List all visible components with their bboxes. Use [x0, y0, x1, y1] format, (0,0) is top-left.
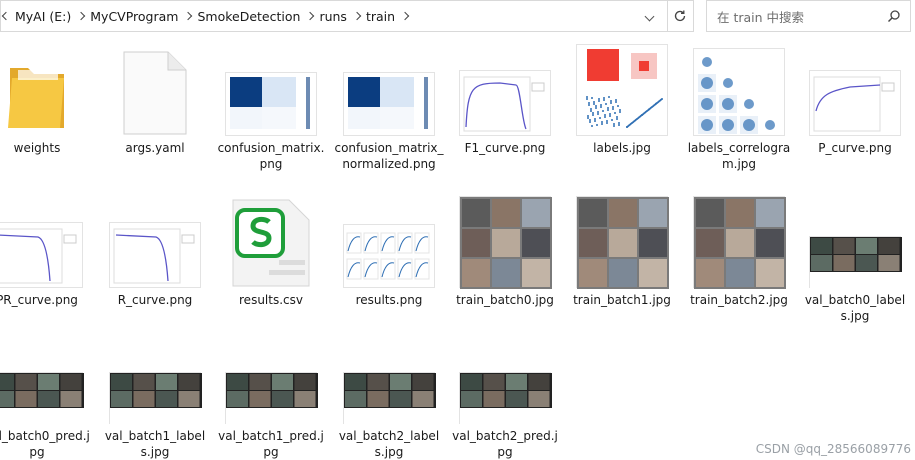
val-thumbnail-icon: [809, 236, 902, 289]
file-name: confusion_matrix.png: [217, 141, 325, 171]
file-item-args-yaml[interactable]: args.yaml: [100, 44, 210, 156]
file-name: PR_curve.png: [0, 293, 78, 307]
val-thumbnail-icon: [109, 372, 202, 425]
file-name: val_batch2_labels.jpg: [338, 429, 440, 459]
file-item-labels-correlogram-jpg[interactable]: labels_correlogram.jpg: [684, 44, 794, 172]
file-item-labels-jpg[interactable]: labels.jpg: [567, 44, 677, 156]
file-name: train_batch0.jpg: [456, 293, 554, 307]
file-name: confusion_matrix_normalized.png: [334, 141, 444, 171]
val-thumbnail-icon: [225, 372, 318, 425]
file-item-results-png[interactable]: results.png: [334, 196, 444, 308]
breadcrumb-separator-icon: [352, 11, 362, 21]
file-name: train_batch2.jpg: [690, 293, 788, 307]
file-item-r-curve-png[interactable]: R_curve.png: [100, 196, 210, 308]
file-name: args.yaml: [125, 141, 185, 155]
breadcrumb-train[interactable]: train: [366, 9, 395, 24]
file-name: F1_curve.png: [464, 141, 546, 155]
address-bar[interactable]: MyAI (E:) MyCVProgram SmokeDetection run…: [0, 0, 668, 32]
address-dropdown-icon[interactable]: [644, 11, 655, 22]
file-name: labels.jpg: [593, 141, 651, 155]
confusion-thumbnail-icon: [225, 72, 317, 136]
breadcrumb-separator-icon: [400, 11, 410, 21]
batch-thumbnail-icon: [576, 196, 669, 289]
search-box[interactable]: 在 train 中搜索: [706, 0, 911, 32]
file-item-val-batch2-pred-jpg[interactable]: val_batch2_pred.jpg: [450, 332, 560, 460]
search-placeholder: 在 train 中搜索: [717, 9, 805, 25]
refresh-button[interactable]: [667, 0, 694, 32]
results-thumbnail-icon: [343, 224, 435, 288]
file-explorer: MyAI (E:) MyCVProgram SmokeDetection run…: [0, 0, 915, 460]
file-name: results.png: [355, 293, 423, 307]
file-name: val_batch0_pred.jpg: [0, 429, 90, 459]
file-item-f1-curve-png[interactable]: F1_curve.png: [450, 44, 560, 156]
breadcrumb-drive[interactable]: MyAI (E:): [15, 9, 71, 24]
file-name: weights: [13, 141, 61, 155]
file-item-val-batch0-labels-jpg[interactable]: val_batch0_labels.jpg: [800, 196, 910, 324]
curve-down-thumbnail-icon: [109, 222, 201, 288]
labels-thumbnail-icon: [576, 44, 668, 136]
file-item-results-csv[interactable]: results.csv: [216, 196, 326, 308]
val-thumbnail-icon: [343, 372, 436, 425]
file-item-val-batch1-pred-jpg[interactable]: val_batch1_pred.jpg: [216, 332, 326, 460]
curve-down-thumbnail-icon: [0, 222, 83, 288]
doc-thumbnail-icon: [122, 50, 188, 136]
confusion-thumbnail-icon: [343, 72, 435, 136]
file-name: val_batch1_pred.jpg: [218, 429, 324, 459]
breadcrumb-separator-icon: [306, 11, 315, 21]
file-item-p-curve-png[interactable]: P_curve.png: [800, 44, 910, 156]
file-item-val-batch2-labels-jpg[interactable]: val_batch2_labels.jpg: [334, 332, 444, 460]
file-name: R_curve.png: [117, 293, 193, 307]
file-name: P_curve.png: [818, 141, 892, 155]
nav-back-chevron-icon[interactable]: [1, 11, 11, 21]
file-name: val_batch0_labels.jpg: [804, 293, 906, 323]
val-thumbnail-icon: [459, 372, 552, 425]
breadcrumb-runs[interactable]: runs: [319, 9, 347, 24]
batch-thumbnail-icon: [459, 196, 552, 289]
breadcrumb-smokedetection[interactable]: SmokeDetection: [197, 9, 300, 24]
batch-thumbnail-icon: [693, 196, 786, 289]
file-item-pr-curve-png[interactable]: PR_curve.png: [0, 196, 92, 308]
file-name: results.csv: [239, 293, 303, 307]
file-name: labels_correlogram.jpg: [687, 141, 791, 171]
val-thumbnail-icon: [0, 372, 84, 425]
folder-thumbnail-icon: [6, 48, 68, 136]
csv-thumbnail-icon: [229, 196, 313, 288]
file-item-val-batch1-labels-jpg[interactable]: val_batch1_labels.jpg: [100, 332, 210, 460]
correlogram-thumbnail-icon: [693, 48, 785, 136]
refresh-icon: [674, 10, 686, 22]
file-name: train_batch1.jpg: [573, 293, 671, 307]
file-item-train-batch2-jpg[interactable]: train_batch2.jpg: [684, 196, 794, 308]
watermark: CSDN @qq_28566089776: [755, 442, 911, 456]
file-item-weights[interactable]: weights: [0, 44, 92, 156]
breadcrumb-separator-icon: [77, 11, 86, 21]
file-name: val_batch2_pred.jpg: [452, 429, 558, 459]
breadcrumb-mycvprogram[interactable]: MyCVProgram: [90, 9, 178, 24]
curve-up-thumbnail-icon: [809, 70, 901, 136]
curve-thumbnail-icon: [459, 70, 551, 136]
file-item-train-batch0-jpg[interactable]: train_batch0.jpg: [450, 196, 560, 308]
search-icon: [888, 10, 900, 22]
file-item-confusion-matrix-png[interactable]: confusion_matrix.png: [216, 44, 326, 172]
file-item-confusion-matrix-normalized-png[interactable]: confusion_matrix_normalized.png: [334, 44, 444, 172]
file-item-train-batch1-jpg[interactable]: train_batch1.jpg: [567, 196, 677, 308]
file-item-val-batch0-pred-jpg[interactable]: val_batch0_pred.jpg: [0, 332, 92, 460]
file-name: val_batch1_labels.jpg: [104, 429, 206, 459]
breadcrumb-separator-icon: [184, 11, 193, 21]
